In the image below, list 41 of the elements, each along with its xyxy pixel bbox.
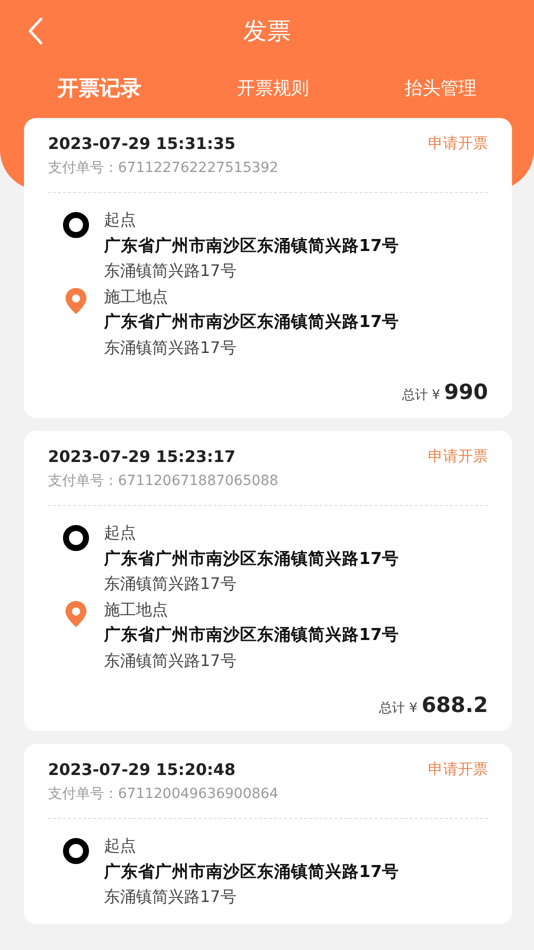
stop-address: 广东省广州市南沙区东涌镇简兴路17号	[104, 548, 399, 570]
stop-address: 广东省广州市南沙区东涌镇简兴路17号	[104, 234, 399, 256]
stop-detail: 东涌镇简兴路17号	[104, 573, 238, 595]
record-datetime: 2023-07-29 15:23:17	[48, 447, 236, 466]
ring-icon	[62, 211, 90, 239]
total-label: 总计 ¥	[379, 700, 418, 717]
stop-address: 广东省广州市南沙区东涌镇简兴路17号	[104, 860, 399, 882]
stop-label: 起点	[104, 522, 137, 544]
ring-icon	[62, 524, 90, 552]
tab[interactable]: 开票记录	[50, 70, 150, 106]
record-datetime: 2023-07-29 15:31:35	[48, 134, 236, 153]
order-number: 支付单号：671120671887065088	[48, 472, 280, 490]
order-number: 支付单号：671122762227515392	[48, 159, 280, 177]
tab[interactable]: 抬头管理	[396, 70, 484, 106]
stop-label: 施工地点	[104, 598, 169, 620]
stop-label: 施工地点	[104, 286, 169, 308]
apply-invoice-link[interactable]: 申请开票	[428, 760, 488, 779]
page-title: 发票	[243, 16, 291, 47]
stop-detail: 东涌镇简兴路17号	[104, 650, 238, 672]
total-amount: 990	[444, 380, 488, 404]
stop-detail: 东涌镇简兴路17号	[104, 886, 238, 908]
stop-detail: 东涌镇简兴路17号	[104, 260, 238, 282]
tab[interactable]: 开票规则	[228, 70, 317, 106]
order-number: 支付单号：671120049636900864	[48, 785, 280, 803]
record-card[interactable]: 2023-07-29 15:23:17 申请开票 支付单号：671120671887065088 起点 广东省广州市南沙区东涌镇简兴路17号 东涌镇简兴路17号 施工地点 广东省广州市南沙区东涌镇简兴路17号 东涌镇简兴路17号 总计 ¥ 688.2	[24, 431, 512, 731]
total-amount: 688.2	[422, 693, 488, 717]
location-pin-icon	[65, 600, 87, 626]
location-pin-icon	[65, 288, 87, 314]
stop-address: 广东省广州市南沙区东涌镇简兴路17号	[104, 311, 399, 333]
stop-address: 广东省广州市南沙区东涌镇简兴路17号	[104, 624, 399, 646]
record-card[interactable]: 2023-07-29 15:31:35 申请开票 支付单号：671122762227515392 起点 广东省广州市南沙区东涌镇简兴路17号 东涌镇简兴路17号 施工地点 广东省广州市南沙区东涌镇简兴路17号 东涌镇简兴路17号 总计 ¥ 990	[24, 118, 512, 418]
total-label: 总计 ¥	[402, 387, 440, 404]
record-datetime: 2023-07-29 15:20:48	[48, 760, 236, 779]
record-card[interactable]: 2023-07-29 15:20:48 申请开票 支付单号：671120049636900864 起点 广东省广州市南沙区东涌镇简兴路17号 东涌镇简兴路17号	[24, 744, 512, 924]
ring-icon	[62, 837, 90, 865]
stop-label: 起点	[104, 835, 137, 857]
apply-invoice-link[interactable]: 申请开票	[428, 134, 488, 153]
apply-invoice-link[interactable]: 申请开票	[428, 447, 488, 466]
stop-label: 起点	[104, 209, 137, 231]
stop-detail: 东涌镇简兴路17号	[104, 336, 238, 358]
back-icon[interactable]	[27, 17, 43, 45]
